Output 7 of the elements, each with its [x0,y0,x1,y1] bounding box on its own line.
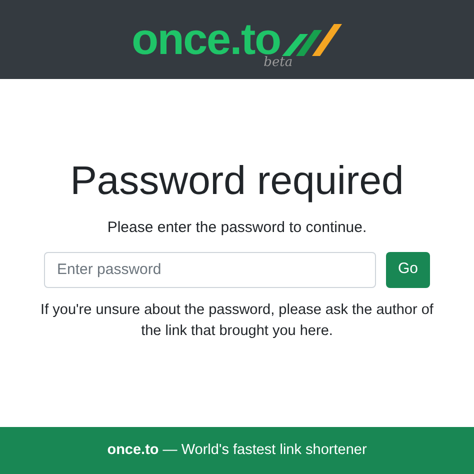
footer-text: once.to — World's fastest link shortener [107,440,367,460]
page-title: Password required [70,158,404,205]
help-text: If you're unsure about the password, please ask the author of the link that brought you here. [40,300,434,340]
go-button[interactable]: Go [386,252,430,288]
beta-label: beta [264,56,293,68]
password-field[interactable]: Enter password [44,252,376,288]
subtitle: Please enter the password to continue. [107,218,367,238]
